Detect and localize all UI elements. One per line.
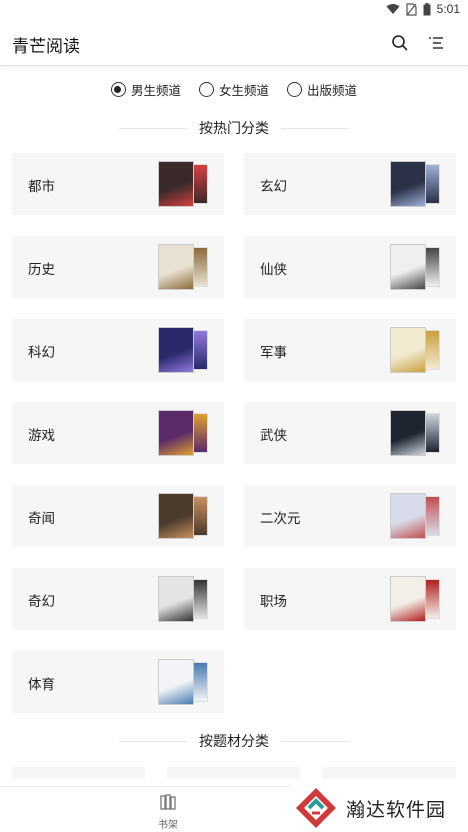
divider	[119, 740, 187, 742]
category-card[interactable]: 历史	[12, 236, 224, 298]
status-bar: 5:01	[0, 0, 468, 20]
book-cover	[390, 161, 426, 207]
menu-icon[interactable]	[426, 33, 446, 53]
book-cover-stack	[158, 659, 208, 705]
radio-female-channel[interactable]: 女生频道	[198, 80, 269, 99]
book-cover	[158, 659, 194, 705]
radio-unchecked-icon	[287, 82, 302, 97]
category-label: 二次元	[260, 511, 301, 527]
divider	[281, 127, 349, 129]
book-cover-stack	[390, 493, 440, 539]
category-label: 体育	[28, 677, 55, 693]
book-cover	[158, 493, 194, 539]
battery-icon	[423, 2, 431, 15]
category-label: 职场	[260, 594, 287, 610]
category-label: 奇闻	[28, 511, 55, 527]
bookshelf-icon	[160, 794, 176, 810]
book-cover-stack	[158, 410, 208, 456]
category-card[interactable]: 仙侠	[244, 236, 456, 298]
status-icons: 5:01	[386, 2, 460, 16]
channel-radio-group: 男生频道 女生频道 出版频道	[0, 80, 468, 99]
category-label: 武侠	[260, 428, 287, 444]
category-label: 仙侠	[260, 262, 287, 278]
radio-checked-icon	[110, 82, 126, 97]
nav-bookshelf[interactable]: 书架	[150, 793, 186, 831]
status-time: 5:01	[436, 2, 460, 16]
radio-label: 出版频道	[307, 83, 358, 98]
book-cover-stack	[390, 410, 440, 456]
watermark-logo-icon	[296, 788, 336, 828]
watermark: 瀚达软件园	[290, 784, 468, 832]
book-cover-stack	[158, 327, 208, 373]
book-cover-stack	[390, 576, 440, 622]
category-card[interactable]: 军事	[244, 319, 456, 381]
category-card[interactable]: 科幻	[12, 319, 224, 381]
wifi-icon	[386, 4, 400, 14]
book-cover	[158, 410, 194, 456]
category-card[interactable]: 游戏	[12, 402, 224, 464]
category-label: 奇幻	[28, 594, 55, 610]
section-title: 按热门分类	[199, 121, 269, 137]
app-bar: 青芒阅读	[0, 20, 468, 66]
category-label: 玄幻	[260, 179, 287, 195]
category-card[interactable]: 职场	[244, 568, 456, 630]
category-label: 军事	[260, 345, 287, 361]
book-cover	[158, 161, 194, 207]
book-cover-stack	[158, 493, 208, 539]
category-card[interactable]: 奇幻	[12, 568, 224, 630]
subject-card[interactable]	[322, 767, 456, 779]
divider	[119, 127, 187, 129]
book-cover	[158, 576, 194, 622]
subject-card[interactable]	[167, 767, 300, 779]
category-card[interactable]: 都市	[12, 153, 224, 215]
hot-category-header: 按热门分类	[0, 118, 468, 138]
category-card[interactable]: 二次元	[244, 485, 456, 547]
subject-card[interactable]	[12, 767, 145, 779]
book-cover	[390, 244, 426, 290]
category-card[interactable]: 奇闻	[12, 485, 224, 547]
radio-label: 男生频道	[130, 83, 181, 98]
watermark-text: 瀚达软件园	[346, 798, 447, 821]
divider	[281, 740, 349, 742]
nav-label: 书架	[158, 820, 178, 831]
book-cover-stack	[390, 327, 440, 373]
book-cover-stack	[158, 161, 208, 207]
category-card[interactable]: 体育	[12, 651, 224, 713]
book-cover	[158, 244, 194, 290]
app-title: 青芒阅读	[12, 37, 80, 57]
category-card[interactable]: 玄幻	[244, 153, 456, 215]
app-actions	[390, 33, 446, 53]
section-title: 按题材分类	[199, 734, 269, 750]
book-cover-stack	[390, 244, 440, 290]
book-cover	[158, 327, 194, 373]
book-cover-stack	[390, 161, 440, 207]
category-label: 游戏	[28, 428, 55, 444]
book-cover	[390, 410, 426, 456]
subject-category-header: 按题材分类	[0, 731, 468, 751]
book-cover	[390, 576, 426, 622]
category-label: 都市	[28, 179, 55, 195]
book-cover	[390, 327, 426, 373]
book-cover	[390, 493, 426, 539]
search-icon[interactable]	[390, 33, 410, 53]
radio-publish-channel[interactable]: 出版频道	[287, 80, 357, 99]
radio-unchecked-icon	[198, 82, 214, 97]
radio-label: 女生频道	[218, 83, 269, 98]
book-cover-stack	[158, 244, 208, 290]
book-cover-stack	[158, 576, 208, 622]
radio-male-channel[interactable]: 男生频道	[110, 80, 181, 99]
category-label: 科幻	[28, 345, 55, 361]
category-label: 历史	[28, 262, 55, 278]
no-sim-icon	[406, 2, 417, 16]
category-card[interactable]: 武侠	[244, 402, 456, 464]
category-grid: 都市 玄幻 历史 仙侠 科幻 军事 游戏 武侠 奇闻 二次元 奇幻 职场 体育	[12, 153, 456, 713]
